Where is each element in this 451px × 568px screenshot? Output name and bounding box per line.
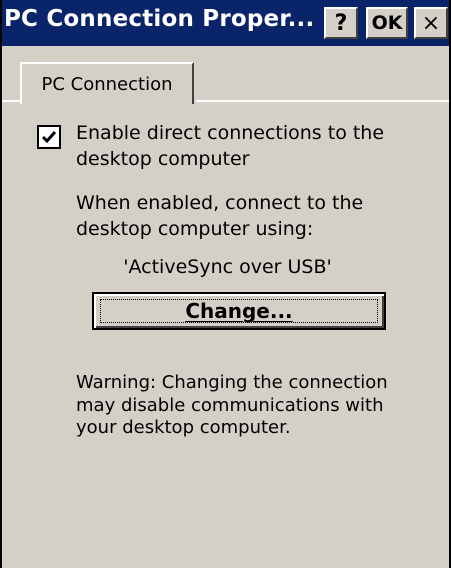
ok-button[interactable]: OK — [366, 7, 408, 39]
change-button[interactable]: Change... — [92, 292, 386, 330]
connection-info-text: When enabled, connect to the desktop com… — [76, 192, 364, 240]
enable-direct-connections-checkbox[interactable] — [37, 125, 61, 149]
focus-rectangle — [100, 299, 378, 323]
pc-connection-properties-window: PC Connection Proper... ? OK × PC Connec… — [0, 0, 451, 568]
close-button[interactable]: × — [414, 7, 448, 39]
title-bar: PC Connection Proper... ? OK × — [2, 0, 449, 46]
current-connection-value: 'ActiveSync over USB' — [123, 256, 332, 278]
window-title: PC Connection Proper... — [4, 6, 315, 32]
warning-text: Warning: Changing the connection may dis… — [76, 372, 388, 438]
checkmark-icon — [41, 131, 57, 144]
help-button[interactable]: ? — [324, 7, 358, 39]
tab-pc-connection[interactable]: PC Connection — [20, 62, 194, 104]
enable-direct-connections-label[interactable]: Enable direct connections to the desktop… — [76, 120, 436, 172]
tab-strip: PC Connection — [2, 46, 449, 104]
tab-divider — [196, 100, 449, 102]
tab-divider — [2, 100, 20, 102]
